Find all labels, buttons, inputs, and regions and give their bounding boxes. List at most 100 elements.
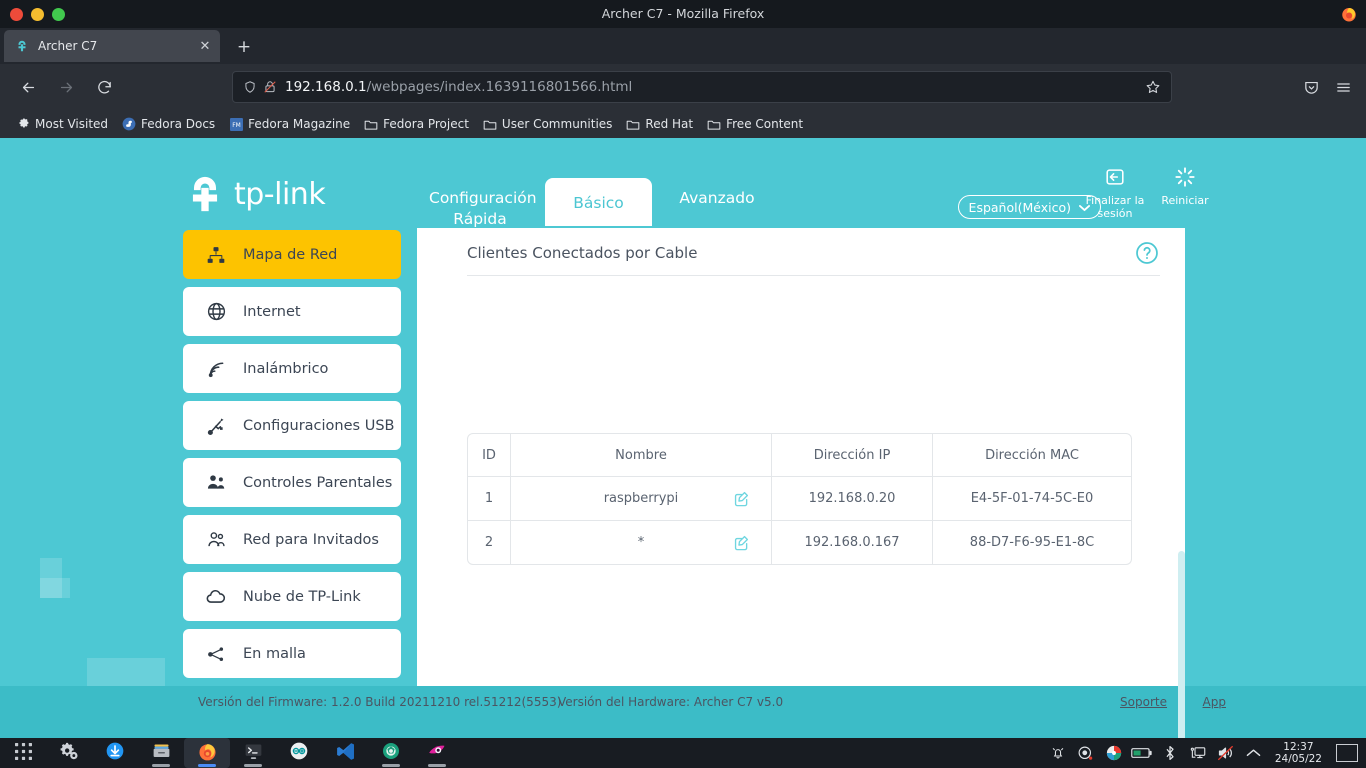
sidebar-item-red-para-invitados[interactable]: Red para Invitados [183, 515, 401, 564]
clock-time: 12:37 [1283, 741, 1314, 753]
sidebar-item-internet[interactable]: Internet [183, 287, 401, 336]
browser-tab[interactable]: Archer C7 ✕ [4, 30, 220, 62]
sidebar-item-mapa-de-red[interactable]: Mapa de Red [183, 230, 401, 279]
network-icon[interactable] [1185, 740, 1211, 766]
fedora-icon [122, 117, 136, 131]
taskbar-item-arduino[interactable] [276, 738, 322, 768]
reboot-button[interactable]: Reiniciar [1150, 164, 1220, 207]
firmware-version: Versión del Firmware: 1.2.0 Build 202112… [198, 695, 562, 709]
url-bar[interactable]: 192.168.0.1/webpages/index.1639116801566… [232, 71, 1172, 103]
show-desktop-button[interactable] [1336, 744, 1358, 762]
app-menu-button[interactable] [1328, 71, 1358, 103]
bookmark-user-communities[interactable]: User Communities [477, 115, 618, 133]
eye-icon [427, 741, 448, 766]
content-panel: Clientes Conectados por Cable ID Nombre … [417, 228, 1185, 686]
gear-icon [16, 117, 30, 131]
record-icon[interactable] [1073, 740, 1099, 766]
tab-configuracion-rapida[interactable]: Configuración Rápida [415, 178, 545, 230]
sidebar-item-controles-parentales[interactable]: Controles Parentales [183, 458, 401, 507]
cell-ip: 192.168.0.20 [772, 477, 933, 521]
bookmark-fedora-magazine[interactable]: FM Fedora Magazine [223, 115, 356, 133]
desktop-taskbar: 12:37 24/05/22 [0, 738, 1366, 768]
taskbar-item-firefox[interactable] [184, 738, 230, 768]
network-map-icon [205, 244, 227, 266]
browser-tabstrip: Archer C7 ✕ + [0, 28, 1366, 64]
chevron-up-icon[interactable] [1241, 740, 1267, 766]
edit-icon[interactable] [731, 533, 751, 553]
tab-title: Archer C7 [38, 39, 98, 53]
bookmark-star-icon[interactable] [1143, 77, 1163, 97]
bookmark-label: Free Content [726, 117, 804, 131]
sidebar-item-label: Mapa de Red [243, 246, 338, 263]
taskbar-item-app-grid[interactable] [0, 738, 46, 768]
sidebar-item-label: En malla [243, 645, 306, 662]
router-web-page: tp-link Configuración Rápida Básico Avan… [0, 138, 1366, 738]
sidebar-item-nube-de-tp-link[interactable]: Nube de TP-Link [183, 572, 401, 621]
magazine-icon: FM [229, 117, 243, 131]
save-to-pocket-icon[interactable] [1296, 71, 1326, 103]
taskbar-item-settings[interactable] [46, 738, 92, 768]
bell-icon[interactable] [1045, 740, 1071, 766]
parental-icon [205, 472, 227, 494]
running-indicator [244, 764, 262, 767]
lock-crossed-icon[interactable] [261, 78, 279, 96]
bookmark-most-visited[interactable]: Most Visited [10, 115, 114, 133]
taskbar-item-files[interactable] [138, 738, 184, 768]
window-minimize-button[interactable] [31, 7, 44, 21]
support-link[interactable]: Soporte [1120, 695, 1167, 709]
tab-avanzado[interactable]: Avanzado [652, 178, 782, 209]
taskbar-clock[interactable]: 12:37 24/05/22 [1269, 741, 1328, 765]
logout-icon [1080, 164, 1150, 190]
panel-title: Clientes Conectados por Cable [467, 244, 698, 262]
app-link[interactable]: App [1203, 695, 1226, 709]
bookmark-label: User Communities [501, 117, 613, 131]
bookmark-label: Fedora Docs [141, 117, 216, 131]
edit-icon[interactable] [731, 489, 751, 509]
svg-text:FM: FM [232, 121, 241, 128]
sidebar-item-configuraciones-usb[interactable]: Configuraciones USB [183, 401, 401, 450]
url-host: 192.168.0.1 [285, 79, 367, 95]
vscode-icon [335, 741, 356, 766]
palette-icon[interactable] [1101, 740, 1127, 766]
arduino-icon [289, 741, 309, 765]
folder-icon [364, 117, 378, 131]
firefox-icon [1340, 5, 1358, 23]
language-value: Español(México) [968, 199, 1071, 215]
column-header-mac: Dirección MAC [933, 433, 1132, 477]
sidebar-item-label: Internet [243, 303, 301, 320]
battery-icon[interactable] [1129, 740, 1155, 766]
back-button[interactable] [12, 71, 44, 103]
forward-button[interactable] [50, 71, 82, 103]
window-close-button[interactable] [10, 7, 23, 21]
speaker-muted-icon[interactable] [1213, 740, 1239, 766]
taskbar-item-terminal[interactable] [230, 738, 276, 768]
bookmark-free-content[interactable]: Free Content [701, 115, 809, 133]
new-tab-button[interactable]: + [232, 35, 256, 59]
tplink-wordmark: tp-link [234, 176, 326, 212]
tab-basico[interactable]: Básico [545, 178, 652, 226]
reload-button[interactable] [88, 71, 120, 103]
sidebar-item-en-malla[interactable]: En malla [183, 629, 401, 678]
column-header-ip: Dirección IP [772, 433, 933, 477]
bookmark-label: Fedora Magazine [248, 117, 351, 131]
url-text[interactable]: 192.168.0.1/webpages/index.1639116801566… [285, 79, 1143, 95]
bluetooth-icon[interactable] [1157, 740, 1183, 766]
taskbar-item-downloader[interactable] [92, 738, 138, 768]
window-maximize-button[interactable] [52, 7, 65, 21]
browser-titlebar: Archer C7 - Mozilla Firefox [0, 0, 1366, 28]
bookmark-fedora-project[interactable]: Fedora Project [358, 115, 475, 133]
bookmark-fedora-docs[interactable]: Fedora Docs [116, 115, 221, 133]
bookmark-red-hat[interactable]: Red Hat [620, 115, 699, 133]
running-indicator [152, 764, 170, 767]
question-circle-icon[interactable] [1134, 240, 1160, 266]
browser-navbar: 192.168.0.1/webpages/index.1639116801566… [0, 64, 1366, 110]
shield-icon [241, 78, 259, 96]
close-icon[interactable]: ✕ [196, 37, 214, 55]
taskbar-item-vscode[interactable] [322, 738, 368, 768]
logout-button[interactable]: Finalizar la sesión [1080, 164, 1150, 220]
sidebar-item-inalambrico[interactable]: Inalámbrico [183, 344, 401, 393]
bookmark-label: Most Visited [35, 117, 109, 131]
taskbar-item-shotwell[interactable] [368, 738, 414, 768]
taskbar-item-eye-viewer[interactable] [414, 738, 460, 768]
usb-icon [205, 415, 227, 437]
